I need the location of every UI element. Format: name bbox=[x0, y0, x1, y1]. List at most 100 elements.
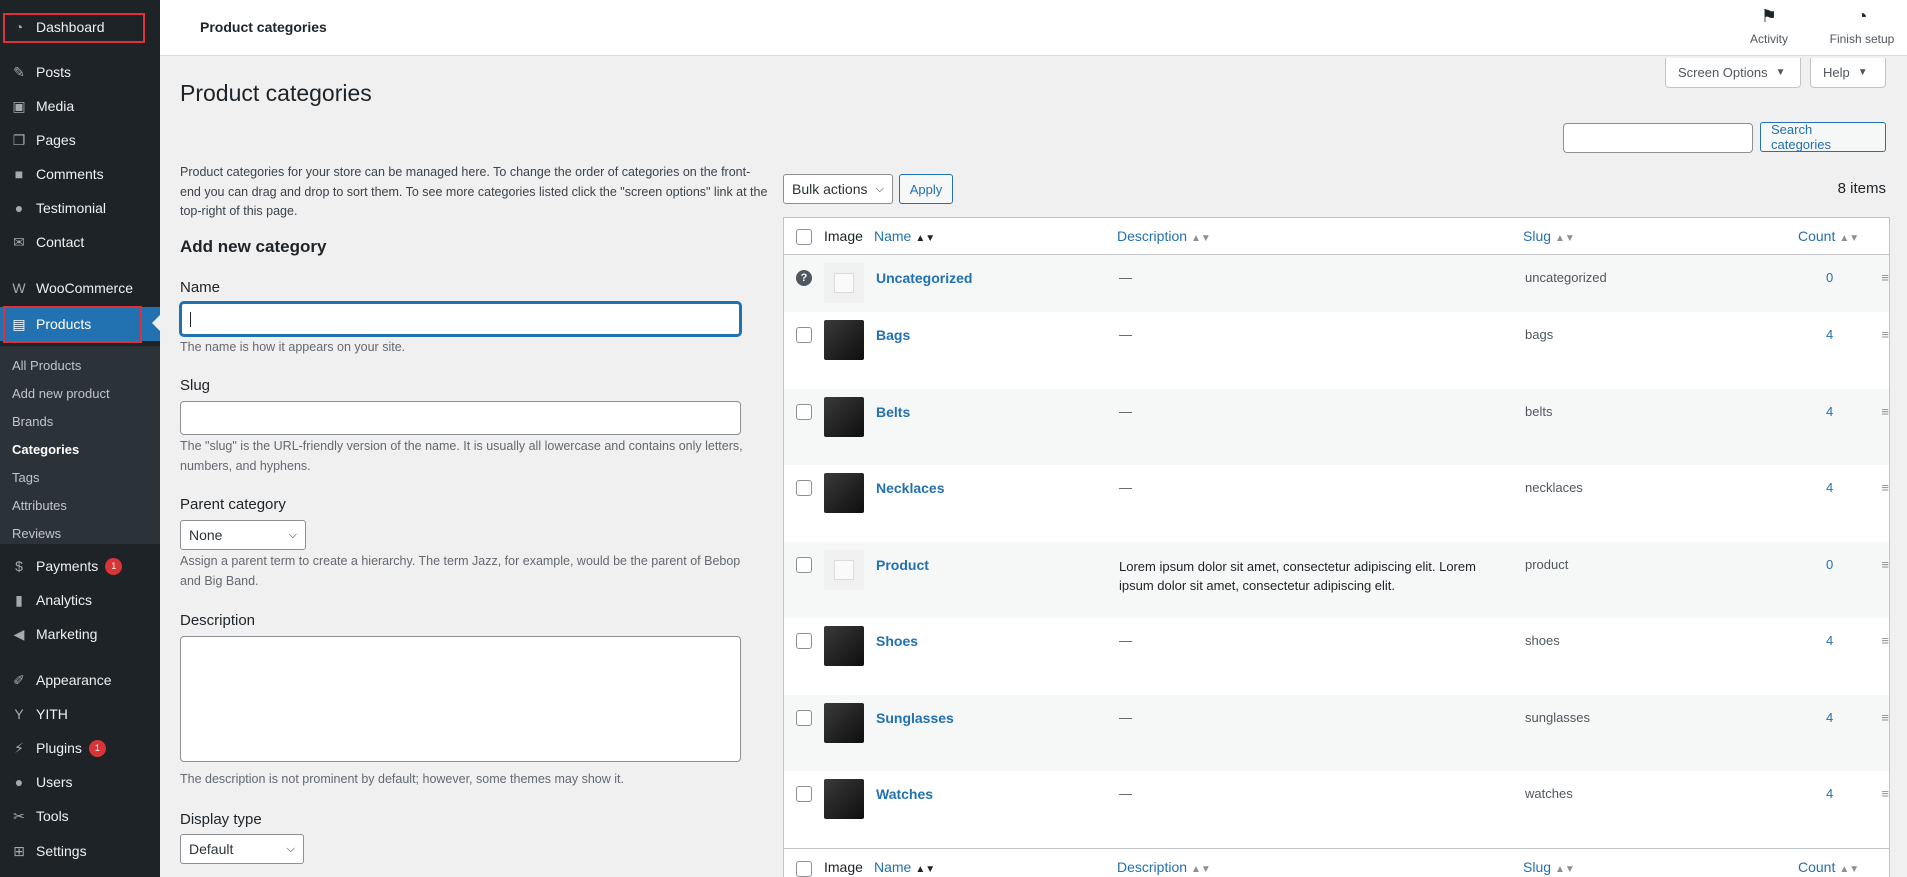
drag-handle-icon[interactable]: ≡ bbox=[1881, 557, 1889, 572]
activity-button[interactable]: ⚑ Activity bbox=[1739, 6, 1799, 46]
column-slug[interactable]: Slug ▲▼ bbox=[1523, 859, 1575, 875]
row-name-link[interactable]: Shoes bbox=[876, 633, 918, 649]
menu-woocommerce[interactable]: W WooCommerce bbox=[0, 272, 160, 304]
search-categories-button[interactable]: Search categories bbox=[1760, 122, 1886, 152]
drag-handle-icon[interactable]: ≡ bbox=[1881, 404, 1889, 419]
slug-label: Slug bbox=[180, 377, 211, 394]
submenu-all-products[interactable]: All Products bbox=[12, 358, 81, 373]
drag-handle-icon[interactable]: ≡ bbox=[1881, 710, 1889, 725]
drag-handle-icon[interactable]: ≡ bbox=[1881, 480, 1889, 495]
menu-media[interactable]: ▣ Media bbox=[0, 90, 160, 122]
column-name[interactable]: Name ▲▼ bbox=[874, 228, 935, 244]
flag-icon: ⚑ bbox=[1760, 6, 1778, 26]
row-name-link[interactable]: Uncategorized bbox=[876, 270, 972, 286]
table-header: Image Name ▲▼ Description ▲▼ Slug ▲▼ Count ▲… bbox=[784, 218, 1889, 255]
row-checkbox[interactable] bbox=[796, 557, 812, 573]
menu-payments[interactable]: $ Payments 1 bbox=[0, 550, 160, 582]
submenu-brands[interactable]: Brands bbox=[12, 414, 53, 429]
menu-settings[interactable]: ⊞ Settings bbox=[0, 835, 160, 867]
row-count-link[interactable]: 4 bbox=[1826, 327, 1833, 342]
submenu-categories[interactable]: Categories bbox=[12, 442, 79, 457]
column-count[interactable]: Count ▲▼ bbox=[1798, 859, 1859, 875]
row-checkbox[interactable] bbox=[796, 633, 812, 649]
menu-pages[interactable]: ❐ Pages bbox=[0, 124, 160, 156]
row-count-link[interactable]: 0 bbox=[1826, 557, 1833, 572]
drag-handle-icon[interactable]: ≡ bbox=[1881, 633, 1889, 648]
row-count-link[interactable]: 4 bbox=[1826, 404, 1833, 419]
menu-yith[interactable]: Y YITH bbox=[0, 698, 160, 730]
menu-marketing[interactable]: ◀ Marketing bbox=[0, 618, 160, 650]
menu-appearance[interactable]: ✐ Appearance bbox=[0, 664, 160, 696]
row-checkbox[interactable] bbox=[796, 786, 812, 802]
table-row: Sunglasses — sunglasses 4 ≡ bbox=[784, 695, 1889, 771]
row-count-link[interactable]: 4 bbox=[1826, 480, 1833, 495]
media-icon: ▣ bbox=[12, 97, 26, 114]
column-name[interactable]: Name ▲▼ bbox=[874, 859, 935, 875]
plugins-badge: 1 bbox=[88, 739, 106, 757]
slug-input[interactable] bbox=[180, 401, 741, 435]
belts-thumbnail bbox=[824, 397, 864, 437]
column-description[interactable]: Description ▲▼ bbox=[1117, 228, 1211, 244]
submenu-add-new-product[interactable]: Add new product bbox=[12, 386, 110, 401]
menu-label: WooCommerce bbox=[36, 280, 133, 296]
sort-icon: ▲▼ bbox=[1191, 864, 1211, 875]
column-slug[interactable]: Slug ▲▼ bbox=[1523, 228, 1575, 244]
parent-category-select[interactable]: None ⌵ bbox=[180, 520, 306, 550]
submenu-attributes[interactable]: Attributes bbox=[12, 498, 67, 513]
menu-label: Payments bbox=[36, 558, 99, 574]
column-count[interactable]: Count ▲▼ bbox=[1798, 228, 1859, 244]
row-name-link[interactable]: Necklaces bbox=[876, 480, 945, 496]
menu-products[interactable]: ▤ Products bbox=[0, 307, 160, 341]
column-name-label: Name bbox=[874, 228, 912, 244]
column-count-label: Count bbox=[1798, 228, 1836, 244]
menu-label: Pages bbox=[36, 132, 76, 148]
submenu-reviews[interactable]: Reviews bbox=[12, 526, 61, 541]
row-description: — bbox=[1119, 327, 1132, 342]
select-all-checkbox-footer[interactable] bbox=[796, 861, 812, 877]
menu-users[interactable]: ● Users bbox=[0, 766, 160, 798]
column-description[interactable]: Description ▲▼ bbox=[1117, 859, 1211, 875]
display-type-label: Display type bbox=[180, 811, 262, 828]
menu-testimonial[interactable]: ● Testimonial bbox=[0, 192, 160, 224]
description-hint: The description is not prominent by defa… bbox=[180, 772, 624, 786]
table-row: Watches — watches 4 ≡ bbox=[784, 771, 1889, 848]
menu-contact[interactable]: ✉ Contact bbox=[0, 226, 160, 258]
row-name-link[interactable]: Belts bbox=[876, 404, 910, 420]
row-description: — bbox=[1119, 786, 1132, 801]
menu-label: Marketing bbox=[36, 626, 98, 642]
row-name-link[interactable]: Product bbox=[876, 557, 929, 573]
row-checkbox[interactable] bbox=[796, 480, 812, 496]
row-checkbox[interactable] bbox=[796, 404, 812, 420]
drag-handle-icon[interactable]: ≡ bbox=[1881, 327, 1889, 342]
intro-text: Product categories for your store can be… bbox=[180, 165, 768, 218]
submenu-tags[interactable]: Tags bbox=[12, 470, 39, 485]
display-type-select[interactable]: Default ⌵ bbox=[180, 834, 304, 864]
row-name-link[interactable]: Bags bbox=[876, 327, 910, 343]
drag-handle-icon[interactable]: ≡ bbox=[1881, 270, 1889, 285]
name-input[interactable] bbox=[180, 302, 741, 336]
menu-posts[interactable]: ✎ Posts bbox=[0, 56, 160, 88]
row-count-link[interactable]: 4 bbox=[1826, 710, 1833, 725]
bulk-actions-select[interactable]: Bulk actions ⌵ bbox=[783, 174, 893, 204]
row-name-link[interactable]: Sunglasses bbox=[876, 710, 954, 726]
row-checkbox[interactable] bbox=[796, 710, 812, 726]
apply-button[interactable]: Apply bbox=[899, 174, 953, 204]
row-count-link[interactable]: 4 bbox=[1826, 633, 1833, 648]
menu-comments[interactable]: ■ Comments bbox=[0, 158, 160, 190]
menu-analytics[interactable]: ▮ Analytics bbox=[0, 584, 160, 616]
help-button[interactable]: Help ▼ bbox=[1810, 58, 1886, 88]
select-all-checkbox[interactable] bbox=[796, 229, 812, 245]
row-count-link[interactable]: 4 bbox=[1826, 786, 1833, 801]
row-name-link[interactable]: Watches bbox=[876, 786, 933, 802]
name-hint: The name is how it appears on your site. bbox=[180, 340, 406, 354]
search-categories-input[interactable] bbox=[1563, 123, 1753, 153]
description-textarea[interactable] bbox=[180, 636, 741, 762]
row-count-link[interactable]: 0 bbox=[1826, 270, 1833, 285]
finish-setup-button[interactable]: ◔ Finish setup bbox=[1822, 6, 1902, 46]
row-checkbox[interactable] bbox=[796, 327, 812, 343]
screen-options-button[interactable]: Screen Options ▼ bbox=[1665, 58, 1801, 88]
drag-handle-icon[interactable]: ≡ bbox=[1881, 786, 1889, 801]
menu-dashboard[interactable]: ◔ Dashboard bbox=[0, 11, 160, 43]
menu-plugins[interactable]: ⚡ Plugins 1 bbox=[0, 732, 160, 764]
menu-tools[interactable]: ✂ Tools bbox=[0, 800, 160, 832]
